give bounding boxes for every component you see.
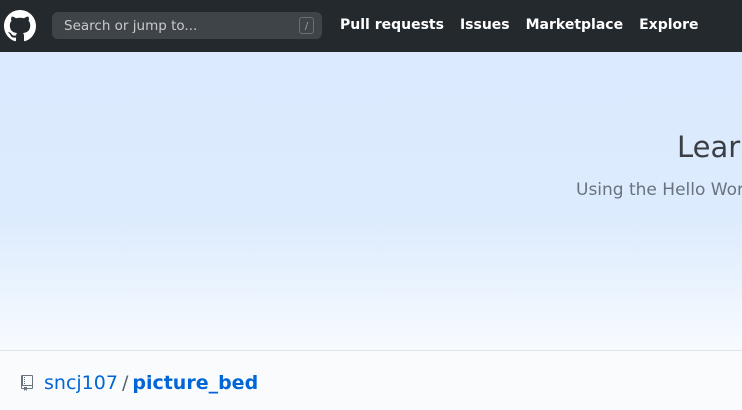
hero-title: Learn [677, 130, 742, 164]
header-nav: Pull requests Issues Marketplace Explore [340, 17, 699, 33]
repo-name-link[interactable]: picture_bed [132, 372, 258, 394]
nav-marketplace[interactable]: Marketplace [526, 17, 623, 33]
repo-owner-link[interactable]: sncj107 [44, 372, 118, 394]
breadcrumb-separator: / [121, 372, 129, 394]
hero-subtitle: Using the Hello World [576, 180, 742, 200]
repo-header: sncj107/picture_bed [0, 351, 742, 410]
nav-pull-requests[interactable]: Pull requests [340, 17, 444, 33]
nav-explore[interactable]: Explore [639, 17, 698, 33]
repo-icon [21, 375, 33, 391]
hero-banner: Learn Using the Hello World [0, 52, 742, 350]
top-header: Search or jump to... / Pull requests Iss… [0, 0, 742, 52]
search-input[interactable]: Search or jump to... / [52, 12, 322, 39]
github-logo-icon[interactable] [4, 10, 36, 42]
breadcrumb: sncj107/picture_bed [44, 372, 258, 394]
search-placeholder: Search or jump to... [64, 18, 198, 34]
nav-issues[interactable]: Issues [460, 17, 510, 33]
search-shortcut-key: / [299, 17, 314, 34]
